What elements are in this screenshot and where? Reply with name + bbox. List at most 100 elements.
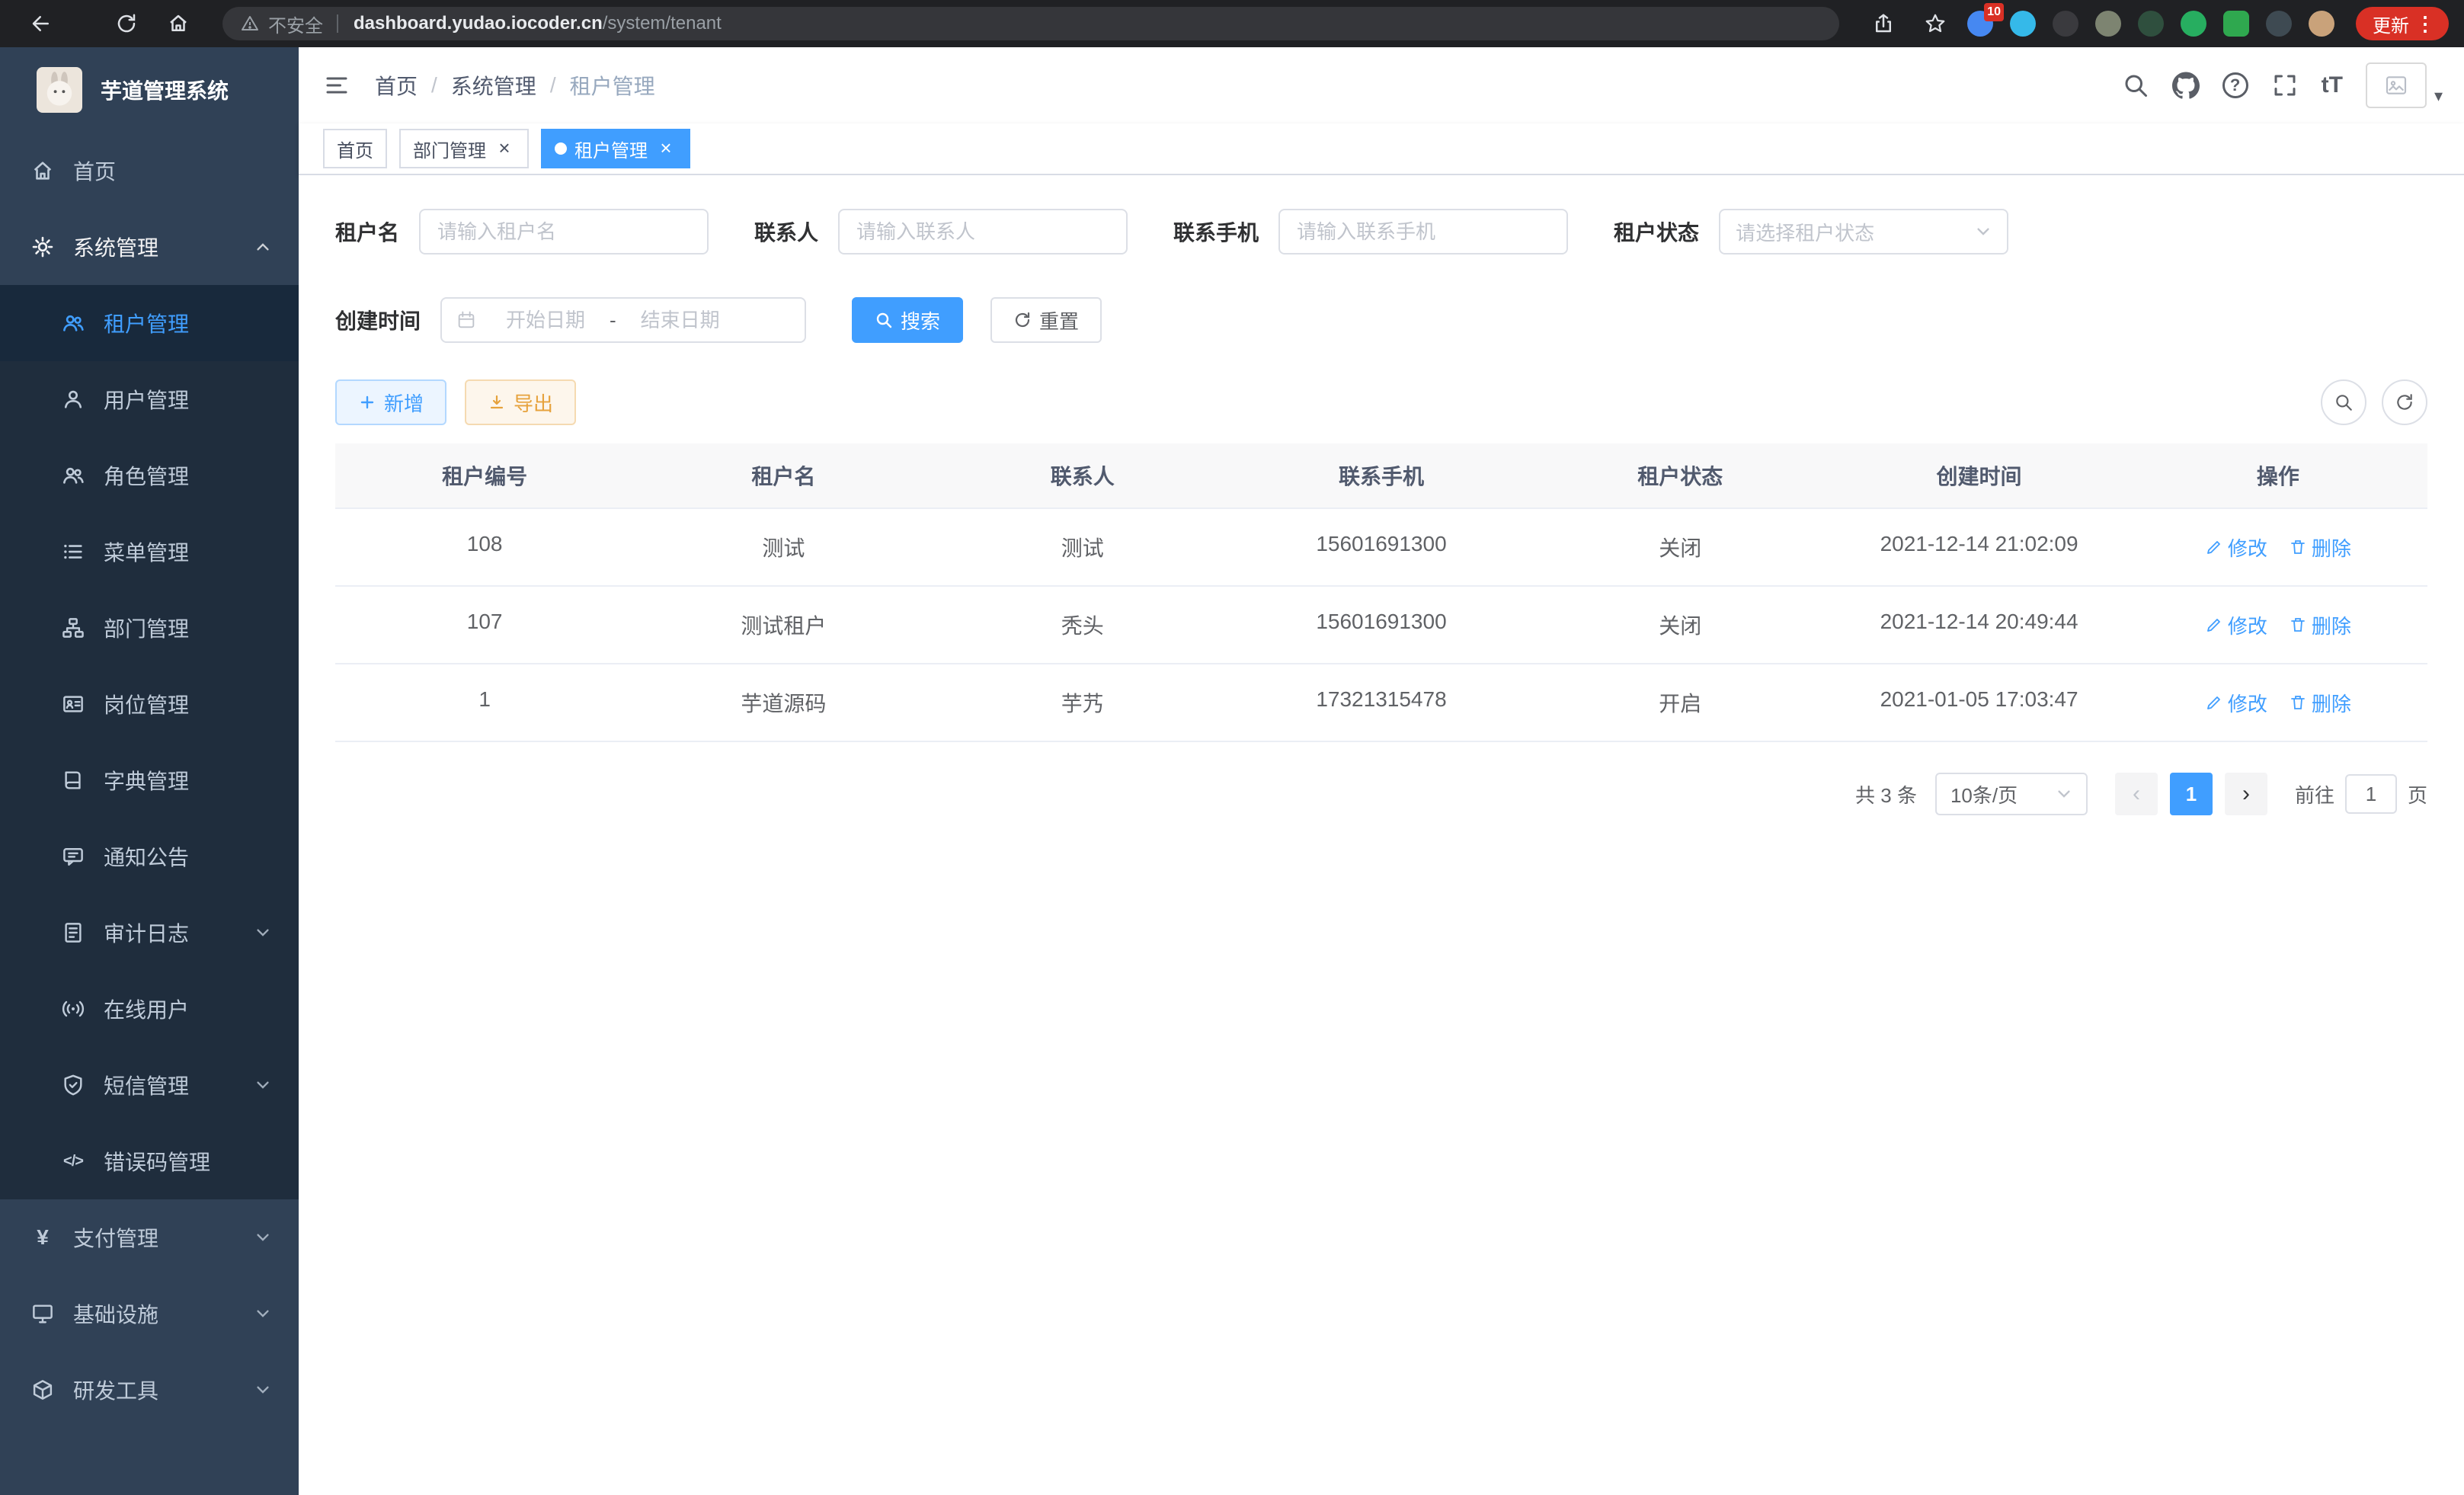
- extension-icon-6[interactable]: [2181, 11, 2206, 37]
- extension-icon-2[interactable]: [2010, 11, 2036, 37]
- sidebar-item-notice[interactable]: 通知公告: [0, 818, 299, 895]
- user-avatar-menu[interactable]: ▾: [2366, 62, 2443, 108]
- edit-label: 修改: [2228, 689, 2267, 717]
- main-area: 首页 / 系统管理 / 租户管理 ?: [299, 47, 2464, 1495]
- date-range-picker[interactable]: -: [440, 297, 806, 343]
- page-size-select[interactable]: 10条/页: [1935, 773, 2088, 815]
- end-date-input[interactable]: [621, 309, 740, 332]
- sidebar-item-post[interactable]: 岗位管理: [0, 666, 299, 742]
- breadcrumb-system[interactable]: 系统管理: [451, 70, 536, 101]
- toolbox-icon: [30, 1378, 55, 1402]
- mobile-input[interactable]: [1278, 209, 1568, 255]
- extension-icon-5[interactable]: [2138, 11, 2164, 37]
- github-icon[interactable]: [2172, 72, 2200, 99]
- sidebar-item-role[interactable]: 角色管理: [0, 437, 299, 514]
- header-search-icon[interactable]: [2122, 72, 2149, 99]
- sidebar-group-infra[interactable]: 基础设施: [0, 1276, 299, 1352]
- delete-button[interactable]: 删除: [2289, 611, 2351, 639]
- reload-icon[interactable]: [107, 4, 146, 43]
- tab-tenant[interactable]: 租户管理 ×: [541, 129, 690, 168]
- breadcrumb-home[interactable]: 首页: [375, 70, 418, 101]
- sidebar-item-user[interactable]: 用户管理: [0, 361, 299, 437]
- add-button-label: 新增: [384, 389, 424, 417]
- toggle-search-icon[interactable]: [2321, 379, 2366, 425]
- extension-icon-7[interactable]: [2223, 11, 2249, 37]
- font-size-icon[interactable]: tT: [2322, 72, 2343, 98]
- close-icon[interactable]: ×: [655, 138, 677, 159]
- sidebar-group-devtools[interactable]: 研发工具: [0, 1352, 299, 1428]
- col-created: 创建时间: [1829, 443, 2128, 507]
- app-title: 芋道管理系统: [101, 75, 229, 105]
- goto-page-input[interactable]: [2345, 774, 2397, 814]
- prev-page-button[interactable]: ‹: [2115, 773, 2158, 815]
- monitor-icon: [30, 1301, 55, 1326]
- sidebar-item-error-code[interactable]: </> 错误码管理: [0, 1123, 299, 1199]
- chevron-down-icon: [254, 1229, 271, 1246]
- status-select[interactable]: 请选择租户状态: [1719, 209, 2008, 255]
- browser-update-button[interactable]: 更新 ⋮: [2356, 7, 2449, 40]
- kebab-menu-icon[interactable]: ⋮: [2409, 12, 2441, 36]
- add-button[interactable]: 新增: [335, 379, 446, 425]
- chevron-down-icon: [254, 1381, 271, 1398]
- refresh-table-icon[interactable]: [2382, 379, 2427, 425]
- tab-home[interactable]: 首页: [323, 129, 387, 168]
- edit-button[interactable]: 修改: [2205, 533, 2267, 562]
- mobile-label: 联系手机: [1173, 216, 1259, 247]
- back-icon[interactable]: [21, 4, 61, 43]
- contact-label: 联系人: [754, 216, 818, 247]
- export-button[interactable]: 导出: [465, 379, 576, 425]
- sidebar-group-audit-log[interactable]: 审计日志: [0, 895, 299, 971]
- status-cell: 开启: [1531, 664, 1829, 741]
- app-logo[interactable]: 芋道管理系统: [0, 47, 299, 133]
- extension-icon-8[interactable]: [2266, 11, 2292, 37]
- browser-home-icon[interactable]: [158, 4, 198, 43]
- sidebar-group-sms[interactable]: 短信管理: [0, 1047, 299, 1123]
- close-icon[interactable]: ×: [494, 138, 515, 159]
- tenant-name-label: 租户名: [335, 216, 399, 247]
- delete-button[interactable]: 删除: [2289, 533, 2351, 562]
- sidebar-group-system[interactable]: 系统管理: [0, 209, 299, 285]
- filter-tenant-name: 租户名: [335, 209, 709, 255]
- menu-label: 岗位管理: [104, 689, 189, 719]
- tab-dept[interactable]: 部门管理 ×: [399, 129, 529, 168]
- bookmark-star-icon[interactable]: [1915, 4, 1955, 43]
- page-number-1[interactable]: 1: [2170, 773, 2213, 815]
- sidebar-item-online-users[interactable]: 在线用户: [0, 971, 299, 1047]
- search-button[interactable]: 搜索: [852, 297, 963, 343]
- breadcrumb-separator: /: [550, 73, 556, 98]
- edit-button[interactable]: 修改: [2205, 611, 2267, 639]
- edit-button[interactable]: 修改: [2205, 689, 2267, 717]
- extension-icon-9[interactable]: [2309, 11, 2334, 37]
- page-unit-label: 页: [2408, 780, 2427, 808]
- user-icon: [61, 387, 85, 411]
- page-content: 租户名 联系人 联系手机 租户状态 请选择租户状态: [299, 175, 2464, 1495]
- share-icon[interactable]: [1864, 4, 1903, 43]
- filter-row-2: 创建时间 - 搜索 重置: [335, 297, 2427, 343]
- sidebar-item-tenant[interactable]: 租户管理: [0, 285, 299, 361]
- extension-icon-4[interactable]: [2095, 11, 2121, 37]
- sidebar-item-dict[interactable]: 字典管理: [0, 742, 299, 818]
- sidebar-item-home[interactable]: 首页: [0, 133, 299, 209]
- fullscreen-icon[interactable]: [2271, 72, 2299, 99]
- tenant-icon: [61, 311, 85, 335]
- menu-label: 系统管理: [73, 232, 158, 262]
- hamburger-icon[interactable]: [299, 72, 375, 99]
- caret-down-icon: ▾: [2434, 86, 2443, 106]
- security-label[interactable]: 不安全: [268, 11, 323, 37]
- tenant-name-input[interactable]: [419, 209, 709, 255]
- extension-icon-3[interactable]: [2053, 11, 2078, 37]
- reset-button[interactable]: 重置: [990, 297, 1102, 343]
- help-icon[interactable]: ?: [2222, 72, 2248, 98]
- contact-input[interactable]: [838, 209, 1128, 255]
- start-date-input[interactable]: [486, 309, 605, 332]
- next-page-button[interactable]: ›: [2225, 773, 2267, 815]
- goto-label: 前往: [2295, 780, 2334, 808]
- phone-cell: 15601691300: [1232, 509, 1531, 585]
- address-bar[interactable]: 不安全 dashboard.yudao.iocoder.cn/system/te…: [222, 7, 1839, 40]
- delete-button[interactable]: 删除: [2289, 689, 2351, 717]
- sidebar-item-dept[interactable]: 部门管理: [0, 590, 299, 666]
- sidebar-group-payment[interactable]: ¥ 支付管理: [0, 1199, 299, 1276]
- sidebar-item-menu[interactable]: 菜单管理: [0, 514, 299, 590]
- screen: 不安全 dashboard.yudao.iocoder.cn/system/te…: [0, 0, 2464, 1495]
- extension-icon-1[interactable]: 10: [1967, 11, 1993, 37]
